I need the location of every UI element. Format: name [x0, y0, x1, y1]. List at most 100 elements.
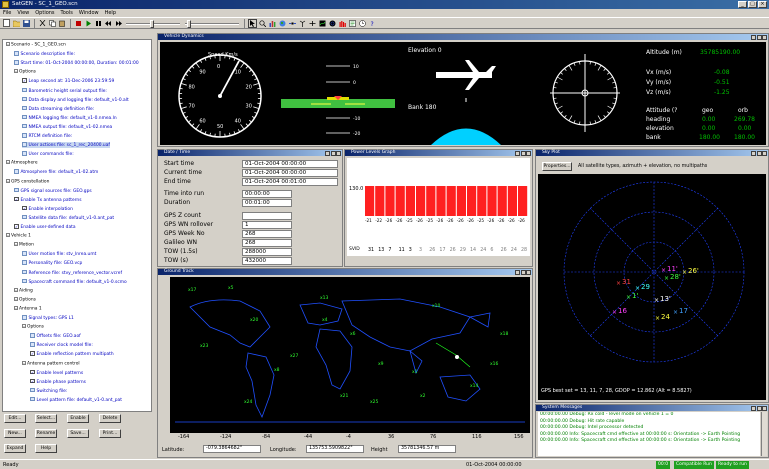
menu-view[interactable]: View: [17, 9, 29, 17]
panel-minimize-button[interactable]: [515, 269, 520, 275]
time-into-run-field[interactable]: 00:00:00: [242, 190, 292, 198]
globe-icon[interactable]: [278, 19, 287, 28]
checkbox[interactable]: ✓: [30, 378, 35, 384]
panel-minimize-button[interactable]: [515, 150, 520, 156]
tree-item[interactable]: NMEA logging file: default_v1-0.nmea.ln: [22, 114, 117, 121]
panel-close-button[interactable]: [336, 150, 341, 156]
stop-icon[interactable]: [74, 19, 83, 28]
pause-icon[interactable]: [94, 19, 103, 28]
longitude-field[interactable]: 135753.5909822°: [306, 445, 364, 453]
expander-icon[interactable]: -: [14, 287, 18, 292]
tree-item[interactable]: ✓ Enable interpolation: [22, 205, 73, 212]
gps-z-count-field[interactable]: [242, 212, 292, 220]
tree-item[interactable]: Data display and logging file: default_v…: [22, 96, 129, 102]
checkbox[interactable]: ✓: [22, 78, 27, 83]
play-icon[interactable]: [84, 19, 93, 28]
new-button[interactable]: New...: [4, 429, 26, 438]
menu-options[interactable]: Options: [35, 9, 54, 17]
pointer-icon[interactable]: [248, 18, 257, 28]
tree-item[interactable]: Satellite data file: default_v1-0.ant_pa…: [22, 214, 114, 221]
expander-icon[interactable]: -: [14, 296, 18, 301]
menu-window[interactable]: Window: [79, 9, 99, 17]
print-button[interactable]: Print...: [99, 429, 121, 438]
panel-close-button[interactable]: [526, 269, 531, 275]
checkbox[interactable]: ✓: [30, 369, 35, 375]
zoom-icon[interactable]: [258, 19, 267, 28]
messages-icon[interactable]: [348, 19, 357, 28]
tow-15s-field[interactable]: 288000: [242, 248, 292, 256]
tree-item[interactable]: Offsets file: GEO.aof: [30, 333, 81, 339]
tree-item[interactable]: Signal types: GPS L1: [22, 315, 74, 321]
panel-maximize-button[interactable]: [520, 150, 526, 156]
tree-item[interactable]: User motion file: stv_lnrea.umt: [22, 251, 96, 257]
tree-item[interactable]: User commands file:: [22, 151, 74, 157]
tree-item[interactable]: - Scenario - SC_1_GEO.scn: [6, 42, 66, 48]
help-icon[interactable]: ?: [368, 19, 377, 28]
new-file-icon[interactable]: [2, 19, 11, 28]
maximize-button[interactable]: □: [748, 1, 757, 8]
start-time-field[interactable]: 01-Oct-2004 00:00:00: [242, 160, 338, 168]
tree-item[interactable]: User actions file: sc_1_rec_20400.uaf: [22, 142, 110, 148]
messages-list[interactable]: 00:00:00.00 Debug: Rx cold - level mode …: [538, 412, 760, 456]
select-button[interactable]: Select...: [35, 414, 57, 423]
rename-button[interactable]: Rename: [35, 429, 57, 438]
save-icon[interactable]: [22, 19, 31, 28]
panel-close-button[interactable]: [762, 34, 767, 40]
speed-slider[interactable]: [124, 19, 182, 28]
panel-close-button[interactable]: [762, 150, 767, 156]
help-button[interactable]: Help: [35, 444, 57, 453]
checkbox[interactable]: ✓: [14, 224, 19, 229]
checkbox[interactable]: ✓: [22, 205, 27, 211]
expander-icon[interactable]: -: [6, 160, 10, 165]
tree-item[interactable]: Scenario description file:: [14, 51, 75, 57]
gps-wn-rollover-field[interactable]: 1: [242, 221, 292, 229]
expand-button[interactable]: Expand: [4, 444, 26, 453]
tree-item[interactable]: - Aiding: [14, 287, 33, 293]
enable-button[interactable]: Enable: [67, 414, 89, 423]
checkbox[interactable]: ✓: [30, 351, 35, 356]
expander-icon[interactable]: -: [6, 42, 10, 47]
antenna-icon[interactable]: [298, 19, 307, 28]
panel-maximize-button[interactable]: [756, 150, 762, 156]
panel-minimize-button[interactable]: [751, 34, 756, 40]
messages-scrollbar[interactable]: [761, 412, 767, 456]
properties-button[interactable]: Properties...: [542, 162, 572, 171]
expander-icon[interactable]: -: [14, 69, 18, 74]
menu-file[interactable]: File: [3, 9, 11, 17]
tree-item[interactable]: ✓ Enable reflection pattern multipath: [30, 351, 114, 357]
power-graph-icon[interactable]: [338, 19, 347, 28]
panel-maximize-button[interactable]: [330, 150, 336, 156]
expander-icon[interactable]: -: [22, 324, 26, 329]
latitude-field[interactable]: -079.3864682°: [203, 445, 261, 453]
tree-item[interactable]: Spacecraft command file: default_v1-0.sc…: [22, 278, 127, 284]
panel-minimize-button[interactable]: [325, 150, 330, 156]
end-time-field[interactable]: 01-Oct-2004 00:01:00: [242, 178, 338, 186]
tree-item[interactable]: Level pattern file: default_v1-0.ant_pat: [30, 396, 122, 403]
tree-item[interactable]: ✓ Enable phase patterns: [30, 378, 86, 384]
sky-plot-icon[interactable]: [328, 19, 337, 28]
tree-item[interactable]: NMEA output file: default_v1-02.nmea: [22, 123, 112, 130]
clock-icon[interactable]: [358, 19, 367, 28]
height-field[interactable]: 35781346.57 m: [398, 445, 456, 453]
tree-item[interactable]: Personality file: GEO.vcp: [22, 260, 82, 266]
current-time-field[interactable]: 01-Oct-2004 00:00:00: [242, 169, 338, 177]
save-button[interactable]: Save...: [67, 429, 89, 438]
tree-item[interactable]: - GPS constellation: [6, 178, 49, 184]
tree-item[interactable]: - Antenna pattern control: [22, 360, 80, 366]
panel-minimize-button[interactable]: [751, 150, 756, 156]
tree-item[interactable]: - Options: [14, 296, 36, 302]
expander-icon[interactable]: -: [6, 233, 10, 238]
expander-icon[interactable]: -: [14, 242, 18, 247]
slider-thumb[interactable]: [187, 19, 191, 28]
rewind-icon[interactable]: [104, 19, 113, 28]
checkbox[interactable]: ✓: [14, 196, 19, 202]
gps-week-field[interactable]: 268: [242, 230, 292, 238]
tree-item[interactable]: Reference file: stvy_reference_vector.vc…: [22, 269, 122, 275]
expander-icon[interactable]: -: [22, 360, 26, 365]
tree-item[interactable]: - Antenna 1: [14, 305, 42, 311]
satellite-icon[interactable]: [288, 19, 297, 28]
panel-close-button[interactable]: [762, 405, 767, 411]
cut-icon[interactable]: [38, 19, 47, 28]
menu-help[interactable]: Help: [105, 9, 116, 17]
expander-icon[interactable]: -: [6, 178, 10, 183]
